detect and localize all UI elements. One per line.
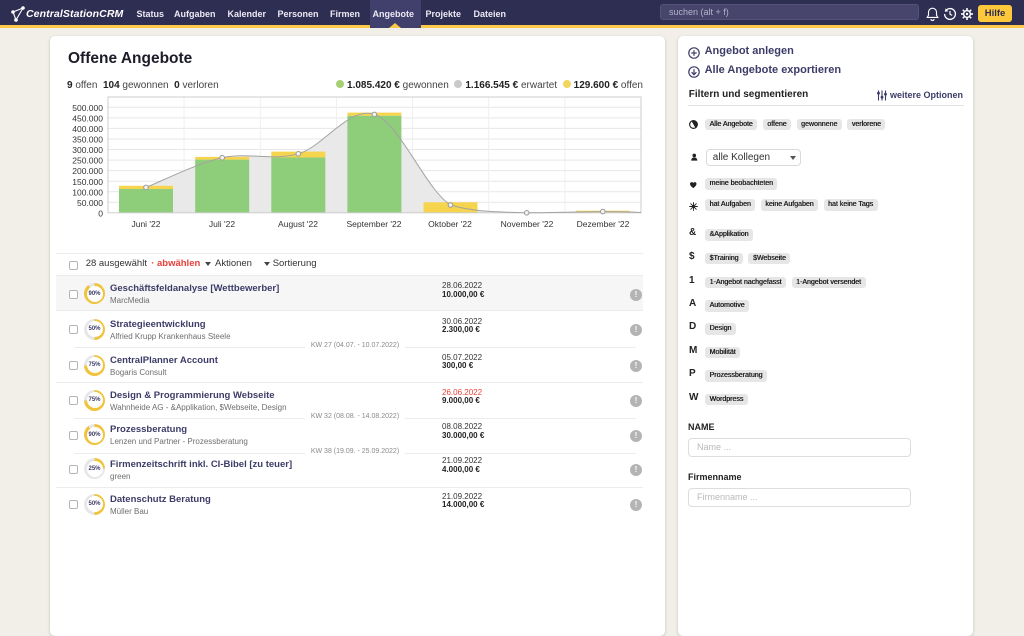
svg-text:100.000: 100.000 [72,187,103,197]
svg-text:Dezember '22: Dezember '22 [577,219,630,229]
svg-text:500.000: 500.000 [72,103,103,113]
svg-text:300.000: 300.000 [72,145,103,155]
svg-text:Oktober '22: Oktober '22 [428,219,472,229]
svg-text:150.000: 150.000 [72,177,103,187]
svg-text:450.000: 450.000 [72,114,103,124]
svg-text:September '22: September '22 [346,219,401,229]
svg-text:November '22: November '22 [501,219,554,229]
svg-text:Juni '22: Juni '22 [131,219,160,229]
svg-text:Juli '22: Juli '22 [209,219,235,229]
svg-text:50.000: 50.000 [77,198,103,208]
svg-text:250.000: 250.000 [72,156,103,166]
svg-text:400.000: 400.000 [72,124,103,134]
svg-text:August '22: August '22 [278,219,318,229]
svg-text:200.000: 200.000 [72,166,103,176]
svg-text:350.000: 350.000 [72,135,103,145]
svg-text:0: 0 [98,208,103,218]
